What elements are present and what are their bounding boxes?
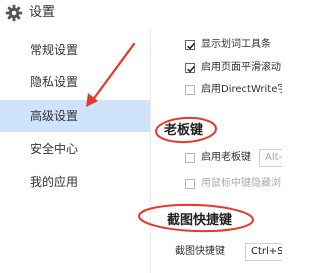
advanced-settings-panel: 显示划词工具条 启用页面平滑滚动 启用DirectWrite字 老板键 启用老板… — [151, 28, 282, 273]
sidebar-item-security[interactable]: 安全中心 — [0, 133, 150, 165]
option-row: 用鼠标中键隐藏浏 — [151, 174, 282, 194]
boss-key-enable-checkbox[interactable] — [185, 153, 195, 163]
title-bar: 设置 — [0, 0, 282, 28]
show-word-toolbar-checkbox[interactable] — [185, 40, 195, 50]
option-row: 显示划词工具条 — [151, 35, 282, 55]
option-row: 启用DirectWrite字 — [151, 80, 282, 100]
sidebar-item-my-apps[interactable]: 我的应用 — [0, 166, 150, 198]
screenshot-hotkey-label: 截图快捷键 — [175, 246, 225, 257]
middle-click-hide-label: 用鼠标中键隐藏浏 — [201, 178, 281, 189]
show-word-toolbar-label: 显示划词工具条 — [201, 39, 271, 50]
directwrite-checkbox[interactable] — [185, 85, 195, 95]
screenshot-key-section-title: 截图快捷键 — [167, 213, 233, 228]
boss-key-hotkey-input[interactable]: Alt- — [259, 149, 282, 167]
gear-icon — [5, 4, 23, 22]
middle-click-hide-checkbox[interactable] — [185, 179, 195, 189]
screenshot-hotkey-input[interactable]: Ctrl+Sh — [245, 243, 282, 261]
smooth-scroll-checkbox[interactable] — [185, 63, 195, 73]
boss-key-enable-label: 启用老板键 — [201, 152, 251, 163]
sidebar-item-general[interactable]: 常规设置 — [0, 34, 150, 66]
window-title: 设置 — [29, 5, 56, 20]
sidebar-item-privacy[interactable]: 隐私设置 — [0, 66, 150, 98]
smooth-scroll-label: 启用页面平滑滚动 — [201, 62, 281, 73]
sidebar-item-advanced[interactable]: 高级设置 — [0, 100, 150, 132]
directwrite-label: 启用DirectWrite字 — [201, 84, 282, 95]
boss-key-section-title: 老板键 — [164, 123, 204, 138]
option-row: 启用页面平滑滚动 — [151, 58, 282, 78]
